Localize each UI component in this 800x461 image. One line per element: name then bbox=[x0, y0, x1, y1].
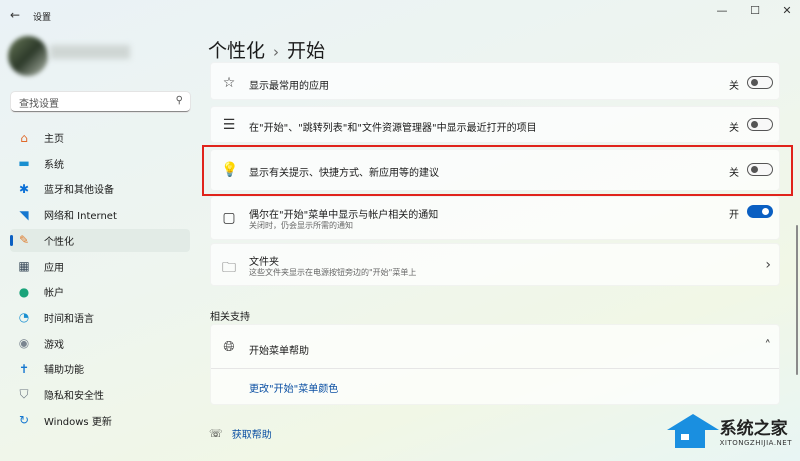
search-icon: ⚲ bbox=[175, 95, 183, 106]
shield-icon: ⛉ bbox=[19, 387, 29, 401]
sidebar-item-6[interactable]: ● 帐户 bbox=[10, 280, 190, 303]
minimize-button[interactable]: — bbox=[709, 4, 735, 17]
sidebar-item-label: 游戏 bbox=[44, 339, 64, 351]
setting-description: 关闭时，仍会显示所需的通知 bbox=[249, 221, 353, 230]
sidebar-item-label: 帐户 bbox=[44, 288, 64, 300]
apps-icon: ▦ bbox=[18, 259, 30, 273]
title-bar: ← 设置 — ☐ ✕ bbox=[0, 0, 800, 30]
sidebar-item-label: 应用 bbox=[44, 262, 64, 274]
setting-row: ☰ 在"开始"、"跳转列表"和"文件资源管理器"中显示最近打开的项目 关 bbox=[210, 106, 780, 143]
toggle-state-label: 关 bbox=[729, 81, 739, 92]
watermark-url: XITONGZHIJIA.NET bbox=[719, 438, 792, 447]
back-button[interactable]: ← bbox=[10, 8, 20, 22]
highlight-box bbox=[202, 145, 793, 196]
sidebar-item-0[interactable]: ⌂ 主页 bbox=[10, 126, 190, 149]
setting-label: 显示最常用的应用 bbox=[249, 81, 329, 92]
bluetooth-icon: ✱ bbox=[18, 181, 30, 196]
get-help-link[interactable]: ☏ 获取帮助 bbox=[209, 426, 272, 441]
watermark-house-logo bbox=[666, 414, 719, 448]
home-icon: ⌂ bbox=[20, 130, 28, 145]
change-start-color-link[interactable]: 更改"开始"菜单颜色 bbox=[249, 380, 338, 395]
wifi-icon: ◥ bbox=[19, 207, 29, 222]
sidebar-item-8[interactable]: ◉ 游戏 bbox=[10, 332, 190, 355]
scrollbar[interactable] bbox=[796, 225, 798, 375]
sidebar-item-label: 辅助功能 bbox=[44, 365, 84, 377]
sidebar-item-5[interactable]: ▦ 应用 bbox=[10, 255, 190, 278]
chevron-right-icon: › bbox=[765, 256, 771, 273]
sidebar-item-1[interactable]: ▬ 系统 bbox=[10, 152, 190, 175]
monitor-icon: ▬ bbox=[18, 156, 30, 171]
watermark-name: 系统之家 bbox=[719, 418, 788, 439]
sidebar-item-label: 系统 bbox=[44, 159, 64, 171]
sidebar-item-label: 蓝牙和其他设备 bbox=[44, 185, 114, 197]
sidebar-item-9[interactable]: ✝ 辅助功能 bbox=[10, 357, 190, 380]
toggle-state-label: 开 bbox=[729, 210, 739, 221]
sidebar-item-label: 个性化 bbox=[44, 236, 74, 248]
setting-label: 偶尔在"开始"菜单中显示与帐户相关的通知 bbox=[249, 210, 439, 221]
close-button[interactable]: ✕ bbox=[774, 4, 800, 17]
maximize-button[interactable]: ☐ bbox=[742, 4, 768, 17]
sidebar-item-label: 网络和 Internet bbox=[44, 211, 117, 223]
update-icon: ↻ bbox=[18, 413, 30, 428]
sidebar-item-2[interactable]: ✱ 蓝牙和其他设备 bbox=[10, 177, 190, 200]
selection-indicator bbox=[10, 234, 13, 246]
page-title: 开始 bbox=[287, 40, 326, 62]
section-title-related: 相关支持 bbox=[210, 312, 250, 323]
setting-icon: ☆ bbox=[222, 75, 236, 91]
watermark: 系统之家 XITONGZHIJIA.NET bbox=[665, 410, 792, 450]
get-help-label: 获取帮助 bbox=[231, 430, 272, 441]
setting-label: 在"开始"、"跳转列表"和"文件资源管理器"中显示最近打开的项目 bbox=[249, 122, 537, 134]
accessibility-icon: ✝ bbox=[18, 361, 30, 376]
search-placeholder: 查找设置 bbox=[19, 99, 59, 110]
sidebar-item-4[interactable]: ✎ 个性化 bbox=[10, 228, 190, 252]
setting-row[interactable]: 🗀 文件夹 这些文件夹显示在电源按钮旁边的"开始"菜单上 › bbox=[210, 243, 780, 286]
toggle-switch[interactable] bbox=[747, 76, 773, 89]
setting-icon: 🗀 bbox=[222, 259, 236, 276]
help-card: 🌐︎ 开始菜单帮助 ˄ 更改"开始"菜单颜色 bbox=[210, 324, 780, 405]
help-card-header[interactable]: 🌐︎ 开始菜单帮助 ˄ bbox=[211, 325, 779, 369]
toggle-switch[interactable] bbox=[747, 205, 773, 218]
search-input[interactable]: 查找设置 ⚲ bbox=[11, 92, 190, 112]
sidebar-item-7[interactable]: ◔ 时间和语言 bbox=[10, 306, 190, 329]
setting-label: 文件夹 bbox=[249, 256, 279, 268]
setting-icon: ▢ bbox=[222, 210, 236, 226]
breadcrumb-separator: › bbox=[273, 43, 280, 61]
help-card-title: 开始菜单帮助 bbox=[249, 346, 309, 357]
chevron-up-icon[interactable]: ˄ bbox=[765, 339, 772, 354]
sidebar-item-10[interactable]: ⛉ 隐私和安全性 bbox=[10, 383, 190, 406]
breadcrumb: 个性化 › 开始 bbox=[208, 36, 325, 63]
user-name-blurred bbox=[50, 45, 130, 59]
gamepad-icon: ◉ bbox=[18, 336, 30, 351]
breadcrumb-parent[interactable]: 个性化 bbox=[208, 40, 265, 62]
app-title: 设置 bbox=[33, 13, 52, 23]
toggle-state-label: 关 bbox=[729, 122, 739, 134]
setting-icon: ☰ bbox=[222, 116, 236, 133]
globe-clock-icon: ◔ bbox=[18, 310, 30, 325]
sidebar-item-label: Windows 更新 bbox=[44, 416, 112, 428]
toggle-switch[interactable] bbox=[747, 117, 773, 131]
brush-icon: ✎ bbox=[18, 233, 30, 248]
setting-row: ▢ 偶尔在"开始"菜单中显示与帐户相关的通知 关闭时，仍会显示所需的通知 开 bbox=[210, 196, 780, 240]
avatar[interactable] bbox=[8, 36, 48, 76]
sidebar-item-label: 隐私和安全性 bbox=[44, 391, 104, 402]
sidebar-item-3[interactable]: ◥ 网络和 Internet bbox=[10, 203, 190, 226]
globe-icon: 🌐︎ bbox=[223, 339, 235, 355]
setting-row: ☆ 显示最常用的应用 关 bbox=[210, 62, 780, 100]
help-icon: ☏ bbox=[209, 427, 223, 440]
sidebar-item-11[interactable]: ↻ Windows 更新 bbox=[10, 409, 190, 432]
sidebar-item-label: 时间和语言 bbox=[44, 313, 94, 325]
account-icon: ● bbox=[18, 284, 30, 299]
setting-description: 这些文件夹显示在电源按钮旁边的"开始"菜单上 bbox=[249, 267, 417, 277]
sidebar-item-label: 主页 bbox=[44, 134, 64, 145]
